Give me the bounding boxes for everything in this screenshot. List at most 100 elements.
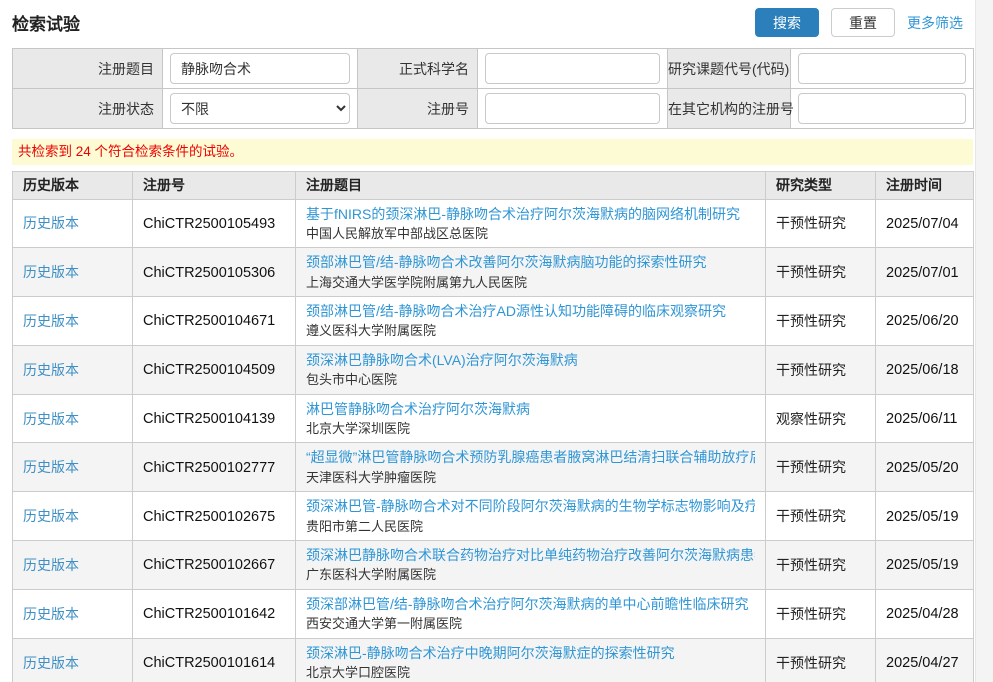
study-type: 干预性研究 (776, 508, 846, 524)
registration-date: 2025/07/01 (886, 265, 959, 281)
history-version-link[interactable]: 历史版本 (23, 362, 79, 378)
col-header-registration-number: 注册号 (133, 171, 296, 199)
study-type: 观察性研究 (776, 411, 846, 427)
form-row-2: 注册状态 不限 注册号 在其它机构的注册号 (13, 89, 974, 129)
table-row: 历史版本 ChiCTR2500102667 颈深淋巴静脉吻合术联合药物治疗对比单… (13, 541, 974, 590)
history-version-link[interactable]: 历史版本 (23, 459, 79, 475)
results-table: 历史版本 注册号 注册题目 研究类型 注册时间 历史版本 ChiCTR25001… (12, 171, 974, 682)
study-type: 干预性研究 (776, 362, 846, 378)
page-title: 检索试验 (12, 8, 80, 35)
hospital-name: 广东医科大学附属医院 (306, 565, 755, 585)
registration-number: ChiCTR2500102675 (143, 509, 275, 525)
table-row: 历史版本 ChiCTR2500105306 颈部淋巴管/结-静脉吻合术改善阿尔茨… (13, 248, 974, 297)
project-code-label: 研究课题代号(代码) (668, 49, 791, 89)
search-button[interactable]: 搜索 (755, 8, 819, 37)
reset-button[interactable]: 重置 (831, 8, 895, 37)
toolbar-actions: 搜索 重置 更多筛选 (755, 8, 963, 37)
trial-title-link[interactable]: 颈深淋巴静脉吻合术(LVA)治疗阿尔茨海默病 (306, 350, 755, 370)
table-row: 历史版本 ChiCTR2500104509 颈深淋巴静脉吻合术(LVA)治疗阿尔… (13, 345, 974, 394)
reg-status-label: 注册状态 (13, 89, 163, 129)
project-code-input[interactable] (798, 53, 966, 84)
results-header-row: 历史版本 注册号 注册题目 研究类型 注册时间 (13, 171, 974, 199)
hospital-name: 包头市中心医院 (306, 370, 755, 390)
study-type: 干预性研究 (776, 264, 846, 280)
registration-date: 2025/04/28 (886, 606, 959, 622)
trial-title-link[interactable]: 颈深部淋巴管/结-静脉吻合术治疗阿尔茨海默病的单中心前瞻性临床研究 (306, 594, 755, 614)
table-row: 历史版本 ChiCTR2500101614 颈深淋巴-静脉吻合术治疗中晚期阿尔茨… (13, 638, 974, 682)
history-version-link[interactable]: 历史版本 (23, 557, 79, 573)
history-version-link[interactable]: 历史版本 (23, 655, 79, 671)
trial-title-link[interactable]: “超显微”淋巴管静脉吻合术预防乳腺癌患者腋窝淋巴结清扫联合辅助放疗后患肢淋... (306, 447, 755, 467)
col-header-history-version: 历史版本 (13, 171, 133, 199)
registration-date: 2025/06/20 (886, 313, 959, 329)
trial-title-link[interactable]: 颈部淋巴管/结-静脉吻合术治疗AD源性认知功能障碍的临床观察研究 (306, 301, 755, 321)
table-row: 历史版本 ChiCTR2500101642 颈深部淋巴管/结-静脉吻合术治疗阿尔… (13, 589, 974, 638)
registration-number: ChiCTR2500104509 (143, 362, 275, 378)
other-reg-no-input[interactable] (798, 93, 966, 124)
hospital-name: 中国人民解放军中部战区总医院 (306, 224, 755, 244)
search-trials-page: 检索试验 搜索 重置 更多筛选 注册题目 正式科学名 研究课题代号(代码) 注册… (0, 0, 975, 682)
registration-date: 2025/04/27 (886, 655, 959, 671)
history-version-link[interactable]: 历史版本 (23, 606, 79, 622)
hospital-name: 贵阳市第二人民医院 (306, 517, 755, 537)
history-version-link[interactable]: 历史版本 (23, 508, 79, 524)
registration-date: 2025/05/20 (886, 460, 959, 476)
registration-number: ChiCTR2500102667 (143, 557, 275, 573)
col-header-registration-date: 注册时间 (876, 171, 974, 199)
sci-name-label: 正式科学名 (358, 49, 478, 89)
trial-title-link[interactable]: 颈部淋巴管/结-静脉吻合术改善阿尔茨海默病脑功能的探索性研究 (306, 252, 755, 272)
reg-no-input[interactable] (485, 93, 660, 124)
study-type: 干预性研究 (776, 459, 846, 475)
hospital-name: 遵义医科大学附属医院 (306, 321, 755, 341)
trial-title-link[interactable]: 颈深淋巴管-静脉吻合术对不同阶段阿尔茨海默病的生物学标志物影响及疗效与安... (306, 496, 755, 516)
hospital-name: 上海交通大学医学院附属第九人民医院 (306, 273, 755, 293)
study-type: 干预性研究 (776, 606, 846, 622)
reg-no-label: 注册号 (358, 89, 478, 129)
registration-number: ChiCTR2500105493 (143, 216, 275, 232)
registration-number: ChiCTR2500102777 (143, 460, 275, 476)
history-version-link[interactable]: 历史版本 (23, 215, 79, 231)
trial-title-link[interactable]: 淋巴管静脉吻合术治疗阿尔茨海默病 (306, 399, 755, 419)
registration-number: ChiCTR2500104139 (143, 411, 275, 427)
reg-status-select[interactable]: 不限 (170, 93, 350, 124)
history-version-link[interactable]: 历史版本 (23, 264, 79, 280)
table-row: 历史版本 ChiCTR2500105493 基于fNIRS的颈深淋巴-静脉吻合术… (13, 199, 974, 248)
reg-title-label: 注册题目 (13, 49, 163, 89)
registration-number: ChiCTR2500101642 (143, 606, 275, 622)
history-version-link[interactable]: 历史版本 (23, 313, 79, 329)
history-version-link[interactable]: 历史版本 (23, 411, 79, 427)
result-count-notice: 共检索到 24 个符合检索条件的试验。 (12, 139, 973, 165)
registration-date: 2025/05/19 (886, 509, 959, 525)
registration-date: 2025/06/11 (886, 411, 958, 427)
search-form: 注册题目 正式科学名 研究课题代号(代码) 注册状态 不限 注册号 在其它机构的… (12, 48, 974, 129)
reg-title-input[interactable] (170, 53, 350, 84)
more-filters-link[interactable]: 更多筛选 (907, 13, 963, 33)
registration-number: ChiCTR2500105306 (143, 265, 275, 281)
trial-title-link[interactable]: 颈深淋巴静脉吻合术联合药物治疗对比单纯药物治疗改善阿尔茨海默病患者认知功... (306, 545, 755, 565)
registration-number: ChiCTR2500104671 (143, 313, 275, 329)
study-type: 干预性研究 (776, 313, 846, 329)
registration-date: 2025/06/18 (886, 362, 959, 378)
study-type: 干预性研究 (776, 655, 846, 671)
trial-title-link[interactable]: 基于fNIRS的颈深淋巴-静脉吻合术治疗阿尔茨海默病的脑网络机制研究 (306, 204, 755, 224)
sci-name-input[interactable] (485, 53, 660, 84)
table-row: 历史版本 ChiCTR2500104671 颈部淋巴管/结-静脉吻合术治疗AD源… (13, 297, 974, 346)
trial-title-link[interactable]: 颈深淋巴-静脉吻合术治疗中晚期阿尔茨海默症的探索性研究 (306, 643, 755, 663)
study-type: 干预性研究 (776, 215, 846, 231)
hospital-name: 北京大学深圳医院 (306, 419, 755, 439)
topbar: 检索试验 搜索 重置 更多筛选 (12, 8, 963, 44)
registration-number: ChiCTR2500101614 (143, 655, 275, 671)
hospital-name: 北京大学口腔医院 (306, 663, 755, 682)
registration-date: 2025/05/19 (886, 557, 959, 573)
study-type: 干预性研究 (776, 557, 846, 573)
form-row-1: 注册题目 正式科学名 研究课题代号(代码) (13, 49, 974, 89)
other-reg-no-label: 在其它机构的注册号 (668, 89, 791, 129)
vertical-scrollbar[interactable] (975, 0, 993, 682)
col-header-registration-title: 注册题目 (296, 171, 766, 199)
table-row: 历史版本 ChiCTR2500102675 颈深淋巴管-静脉吻合术对不同阶段阿尔… (13, 492, 974, 541)
registration-date: 2025/07/04 (886, 216, 959, 232)
table-row: 历史版本 ChiCTR2500104139 淋巴管静脉吻合术治疗阿尔茨海默病 北… (13, 394, 974, 443)
col-header-study-type: 研究类型 (766, 171, 876, 199)
hospital-name: 西安交通大学第一附属医院 (306, 614, 755, 634)
hospital-name: 天津医科大学肿瘤医院 (306, 468, 755, 488)
